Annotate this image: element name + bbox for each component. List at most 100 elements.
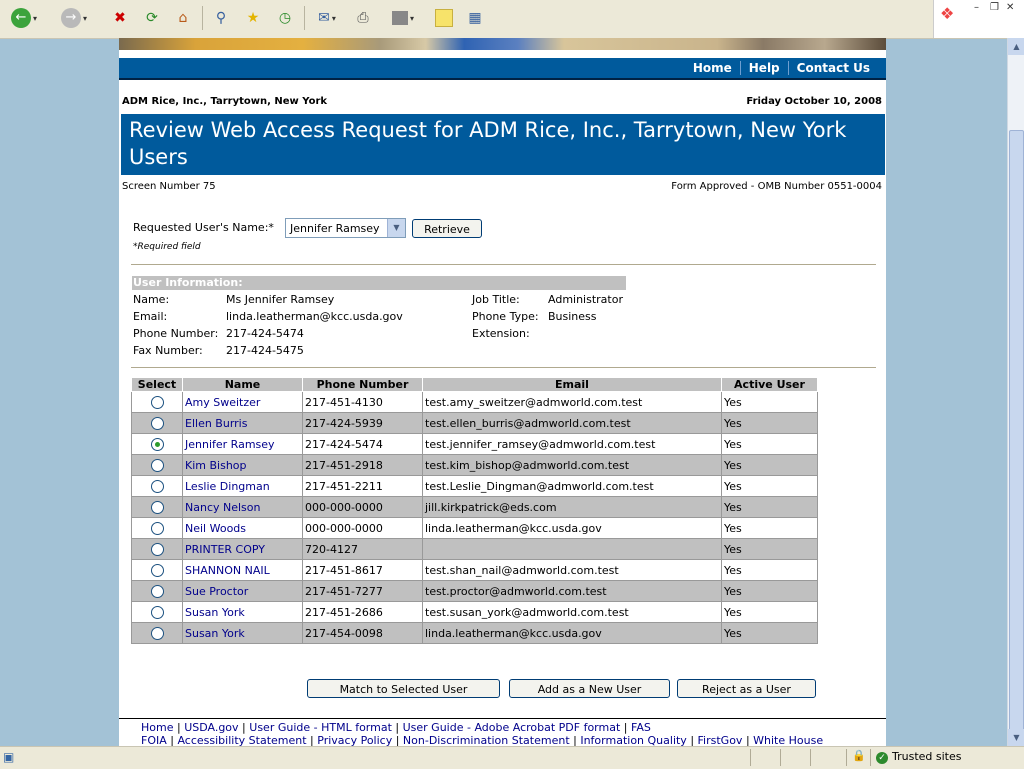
user-name-link[interactable]: Sue Proctor: [185, 585, 248, 598]
footer-link[interactable]: User Guide - HTML format: [249, 721, 392, 734]
nav-help-link[interactable]: Help: [739, 61, 788, 75]
user-info-header: User Information:: [132, 276, 626, 290]
stop-icon[interactable]: ✖: [108, 6, 132, 30]
user-name-link[interactable]: Jennifer Ramsey: [185, 438, 275, 451]
user-name-link[interactable]: Susan York: [185, 627, 245, 640]
table-row: SHANNON NAIL 217-451-8617 test.shan_nail@a…: [131, 559, 818, 581]
toolbar-separator: [304, 6, 305, 30]
select-cell: [131, 538, 183, 560]
phone-cell: 000-000-0000: [302, 517, 423, 539]
research-icon[interactable]: ▦: [462, 6, 488, 30]
edit-icon[interactable]: ▾: [386, 6, 420, 30]
close-icon[interactable]: ✕: [1006, 2, 1014, 13]
phone-type-value: Business: [548, 310, 597, 323]
footer-link[interactable]: USDA.gov: [184, 721, 238, 734]
forward-icon[interactable]: → ▾: [58, 6, 90, 30]
footer-link[interactable]: User Guide - Adobe Acrobat PDF format: [403, 721, 621, 734]
vertical-scrollbar[interactable]: ▲ ▼: [1007, 38, 1024, 746]
user-name-link[interactable]: Susan York: [185, 606, 245, 619]
scroll-up-icon[interactable]: ▲: [1008, 38, 1024, 55]
footer-link[interactable]: White House: [753, 734, 823, 746]
back-icon[interactable]: ← ▾: [8, 6, 40, 30]
footer-link[interactable]: Non-Discrimination Statement: [403, 734, 570, 746]
phone-cell: 217-451-4130: [302, 391, 423, 413]
history-icon[interactable]: ◷: [272, 6, 298, 30]
footer-link[interactable]: FirstGov: [698, 734, 743, 746]
toolbar-separator: [202, 6, 203, 30]
requested-user-select[interactable]: Jennifer Ramsey ▼: [285, 218, 406, 238]
status-cell: [750, 749, 751, 766]
windows-logo-area: ❖ – ❐ ✕: [933, 0, 1024, 38]
mail-icon[interactable]: ✉ ▾: [310, 6, 344, 30]
refresh-icon[interactable]: ⟳: [140, 6, 164, 30]
divider: [131, 264, 876, 265]
select-radio[interactable]: [150, 605, 164, 619]
select-radio[interactable]: [150, 500, 164, 514]
footer-link[interactable]: Privacy Policy: [317, 734, 392, 746]
select-radio[interactable]: [150, 437, 164, 451]
header-banner-image: [119, 38, 886, 50]
select-radio[interactable]: [150, 479, 164, 493]
select-cell: [131, 454, 183, 476]
search-icon[interactable]: ⚲: [208, 6, 234, 30]
print-icon[interactable]: ⎙: [350, 6, 376, 30]
scroll-thumb[interactable]: [1009, 130, 1024, 744]
footer-link[interactable]: Information Quality: [580, 734, 686, 746]
retrieve-button[interactable]: Retrieve: [412, 219, 482, 238]
selected-user-value: Jennifer Ramsey: [290, 222, 380, 235]
footer-link[interactable]: Home: [141, 721, 173, 734]
user-name-link[interactable]: Amy Sweitzer: [185, 396, 260, 409]
current-date: Friday October 10, 2008: [746, 96, 882, 107]
table-row: Amy Sweitzer 217-451-4130 test.amy_sweitze…: [131, 391, 818, 413]
table-header-row: Select Name Phone Number Email Active Us…: [131, 377, 818, 392]
select-cell: [131, 517, 183, 539]
match-selected-user-button[interactable]: Match to Selected User: [307, 679, 500, 698]
nav-home-link[interactable]: Home: [685, 61, 740, 75]
footer-separator: |: [569, 734, 581, 746]
footer-link[interactable]: FAS: [631, 721, 651, 734]
user-name-link[interactable]: Leslie Dingman: [185, 480, 270, 493]
email-cell: test.amy_sweitzer@admworld.com.test: [422, 391, 722, 413]
select-radio[interactable]: [150, 458, 164, 472]
select-radio[interactable]: [150, 521, 164, 535]
table-row: Leslie Dingman 217-451-2211 test.Leslie_Di…: [131, 475, 818, 497]
select-radio[interactable]: [150, 584, 164, 598]
user-name-link[interactable]: Ellen Burris: [185, 417, 247, 430]
footer-link[interactable]: Accessibility Statement: [177, 734, 306, 746]
divider: [131, 367, 876, 368]
table-row: Susan York 217-454-0098 linda.leatherman@k…: [131, 622, 818, 644]
favorites-icon[interactable]: ★: [240, 6, 266, 30]
reject-user-button[interactable]: Reject as a User: [677, 679, 816, 698]
select-radio[interactable]: [150, 395, 164, 409]
footer-divider: [119, 718, 886, 719]
home-icon[interactable]: ⌂: [170, 6, 196, 30]
footer-link[interactable]: FOIA: [141, 734, 167, 746]
col-header-email: Email: [422, 377, 722, 392]
chevron-down-icon[interactable]: ▼: [387, 219, 405, 237]
table-row: Jennifer Ramsey 217-424-5474 test.jennifer…: [131, 433, 818, 455]
user-name-link[interactable]: SHANNON NAIL: [185, 564, 270, 577]
active-cell: Yes: [721, 559, 818, 581]
user-name-link[interactable]: Nancy Nelson: [185, 501, 260, 514]
discuss-icon[interactable]: [432, 6, 456, 30]
select-radio[interactable]: [150, 626, 164, 640]
user-name-link[interactable]: PRINTER COPY: [185, 543, 265, 556]
email-cell: test.jennifer_ramsey@admworld.com.test: [422, 433, 722, 455]
minimize-icon[interactable]: –: [974, 2, 979, 13]
nav-contact-link[interactable]: Contact Us: [787, 61, 878, 75]
col-header-phone: Phone Number: [302, 377, 423, 392]
select-radio[interactable]: [150, 416, 164, 430]
user-name-link[interactable]: Kim Bishop: [185, 459, 247, 472]
user-name-link[interactable]: Neil Woods: [185, 522, 246, 535]
restore-icon[interactable]: ❐: [990, 2, 999, 13]
email-cell: linda.leatherman@kcc.usda.gov: [422, 622, 722, 644]
scroll-down-icon[interactable]: ▼: [1008, 729, 1024, 746]
select-cell: [131, 412, 183, 434]
name-label: Name:: [133, 293, 170, 306]
add-new-user-button[interactable]: Add as a New User: [509, 679, 670, 698]
active-cell: Yes: [721, 601, 818, 623]
fax-value: 217-424-5475: [226, 344, 304, 357]
select-radio[interactable]: [150, 542, 164, 556]
footer-links-line2: FOIA | Accessibility Statement | Privacy…: [141, 734, 823, 746]
select-radio[interactable]: [150, 563, 164, 577]
